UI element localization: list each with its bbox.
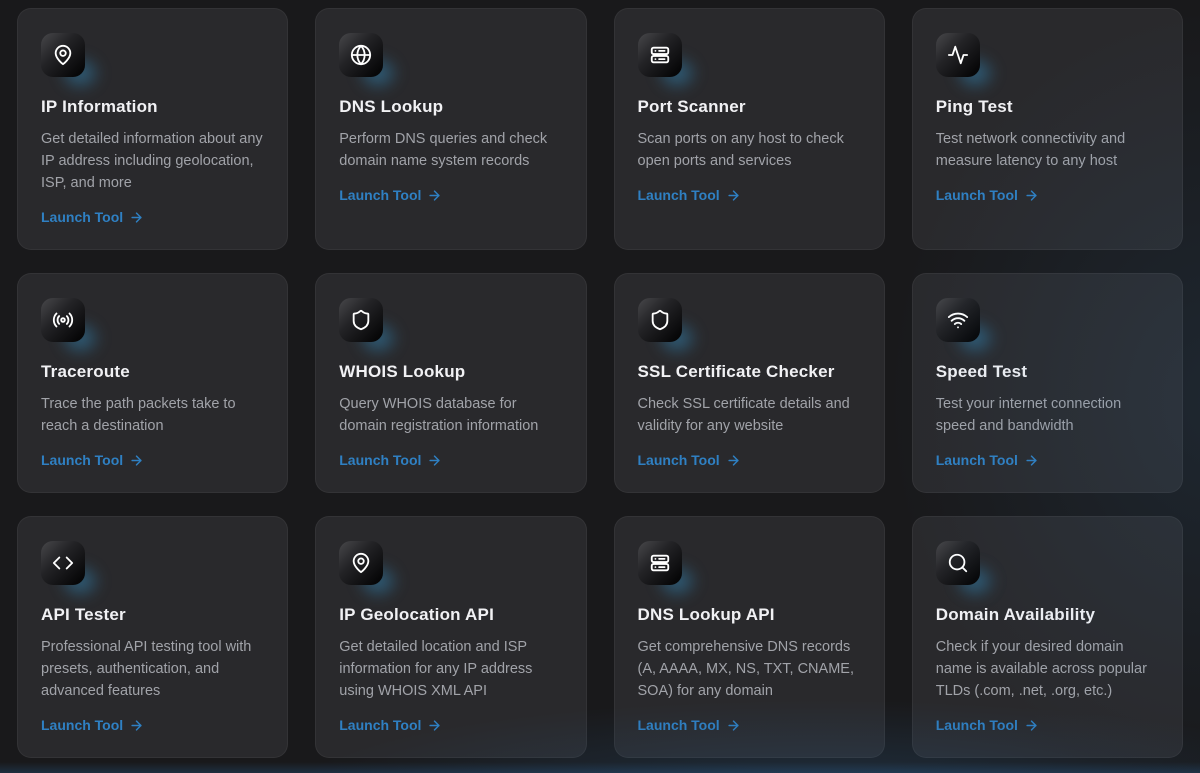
launch-tool-label: Launch Tool xyxy=(936,452,1018,468)
tool-icon-tile xyxy=(41,298,85,342)
arrow-right-icon xyxy=(427,453,442,468)
tool-icon-tile xyxy=(41,33,85,77)
launch-tool-label: Launch Tool xyxy=(339,717,421,733)
launch-tool-link[interactable]: Launch Tool xyxy=(936,717,1039,733)
activity-icon xyxy=(947,44,969,66)
shield-icon xyxy=(350,309,372,331)
arrow-right-icon xyxy=(726,453,741,468)
arrow-right-icon xyxy=(726,188,741,203)
server-icon xyxy=(649,552,671,574)
tool-description: Trace the path packets take to reach a d… xyxy=(41,393,264,437)
tool-description: Get detailed information about any IP ad… xyxy=(41,128,264,194)
arrow-right-icon xyxy=(129,210,144,225)
arrow-right-icon xyxy=(1024,453,1039,468)
launch-tool-label: Launch Tool xyxy=(936,717,1018,733)
launch-tool-label: Launch Tool xyxy=(41,452,123,468)
tool-title: WHOIS Lookup xyxy=(339,362,562,382)
radio-icon xyxy=(52,309,74,331)
arrow-right-icon xyxy=(129,453,144,468)
arrow-right-icon xyxy=(427,188,442,203)
tool-title: DNS Lookup xyxy=(339,97,562,117)
tool-title: Port Scanner xyxy=(638,97,861,117)
tool-icon-tile xyxy=(936,33,980,77)
launch-tool-label: Launch Tool xyxy=(41,717,123,733)
arrow-right-icon xyxy=(1024,188,1039,203)
tool-icon-tile xyxy=(339,541,383,585)
launch-tool-link[interactable]: Launch Tool xyxy=(41,717,144,733)
tool-title: Traceroute xyxy=(41,362,264,382)
map-pin-icon xyxy=(52,44,74,66)
tool-description: Get detailed location and ISP informatio… xyxy=(339,636,562,702)
tool-card: DNS Lookup API Get comprehensive DNS rec… xyxy=(614,516,885,758)
launch-tool-link[interactable]: Launch Tool xyxy=(936,452,1039,468)
tool-description: Query WHOIS database for domain registra… xyxy=(339,393,562,437)
tool-title: Speed Test xyxy=(936,362,1159,382)
launch-tool-link[interactable]: Launch Tool xyxy=(936,187,1039,203)
tool-card: Port Scanner Scan ports on any host to c… xyxy=(614,8,885,250)
tool-title: Domain Availability xyxy=(936,605,1159,625)
tool-card: Domain Availability Check if your desire… xyxy=(912,516,1183,758)
launch-tool-label: Launch Tool xyxy=(936,187,1018,203)
tool-card: WHOIS Lookup Query WHOIS database for do… xyxy=(315,273,586,493)
tool-card: SSL Certificate Checker Check SSL certif… xyxy=(614,273,885,493)
globe-icon xyxy=(350,44,372,66)
tool-title: IP Information xyxy=(41,97,264,117)
tool-card: DNS Lookup Perform DNS queries and check… xyxy=(315,8,586,250)
launch-tool-label: Launch Tool xyxy=(638,452,720,468)
arrow-right-icon xyxy=(726,718,741,733)
tool-card: IP Geolocation API Get detailed location… xyxy=(315,516,586,758)
tool-icon-tile xyxy=(339,33,383,77)
tool-icon-tile xyxy=(638,541,682,585)
arrow-right-icon xyxy=(1024,718,1039,733)
wifi-icon xyxy=(947,309,969,331)
arrow-right-icon xyxy=(129,718,144,733)
tool-title: SSL Certificate Checker xyxy=(638,362,861,382)
launch-tool-link[interactable]: Launch Tool xyxy=(638,187,741,203)
launch-tool-link[interactable]: Launch Tool xyxy=(41,452,144,468)
launch-tool-label: Launch Tool xyxy=(638,187,720,203)
tool-icon-tile xyxy=(339,298,383,342)
tool-description: Check SSL certificate details and validi… xyxy=(638,393,861,437)
tool-description: Perform DNS queries and check domain nam… xyxy=(339,128,562,172)
code-icon xyxy=(52,552,74,574)
tool-icon-tile xyxy=(638,33,682,77)
launch-tool-link[interactable]: Launch Tool xyxy=(638,452,741,468)
tool-description: Check if your desired domain name is ava… xyxy=(936,636,1159,702)
map-pin-icon xyxy=(350,552,372,574)
launch-tool-link[interactable]: Launch Tool xyxy=(339,452,442,468)
launch-tool-link[interactable]: Launch Tool xyxy=(339,187,442,203)
launch-tool-label: Launch Tool xyxy=(339,187,421,203)
tool-icon-tile xyxy=(41,541,85,585)
launch-tool-link[interactable]: Launch Tool xyxy=(339,717,442,733)
tool-card: IP Information Get detailed information … xyxy=(17,8,288,250)
tool-title: IP Geolocation API xyxy=(339,605,562,625)
server-icon xyxy=(649,44,671,66)
tool-card: API Tester Professional API testing tool… xyxy=(17,516,288,758)
tool-title: DNS Lookup API xyxy=(638,605,861,625)
search-icon xyxy=(947,552,969,574)
tool-title: Ping Test xyxy=(936,97,1159,117)
launch-tool-label: Launch Tool xyxy=(638,717,720,733)
tool-card: Speed Test Test your internet connection… xyxy=(912,273,1183,493)
shield-icon xyxy=(649,309,671,331)
tool-icon-tile xyxy=(638,298,682,342)
launch-tool-link[interactable]: Launch Tool xyxy=(638,717,741,733)
arrow-right-icon xyxy=(427,718,442,733)
tool-description: Test network connectivity and measure la… xyxy=(936,128,1159,172)
tool-title: API Tester xyxy=(41,605,264,625)
tool-description: Scan ports on any host to check open por… xyxy=(638,128,861,172)
launch-tool-label: Launch Tool xyxy=(41,209,123,225)
tool-description: Get comprehensive DNS records (A, AAAA, … xyxy=(638,636,861,702)
launch-tool-label: Launch Tool xyxy=(339,452,421,468)
tools-grid: IP Information Get detailed information … xyxy=(17,8,1183,758)
tool-icon-tile xyxy=(936,541,980,585)
launch-tool-link[interactable]: Launch Tool xyxy=(41,209,144,225)
tool-card: Traceroute Trace the path packets take t… xyxy=(17,273,288,493)
tool-description: Professional API testing tool with prese… xyxy=(41,636,264,702)
tool-icon-tile xyxy=(936,298,980,342)
tool-description: Test your internet connection speed and … xyxy=(936,393,1159,437)
tool-card: Ping Test Test network connectivity and … xyxy=(912,8,1183,250)
